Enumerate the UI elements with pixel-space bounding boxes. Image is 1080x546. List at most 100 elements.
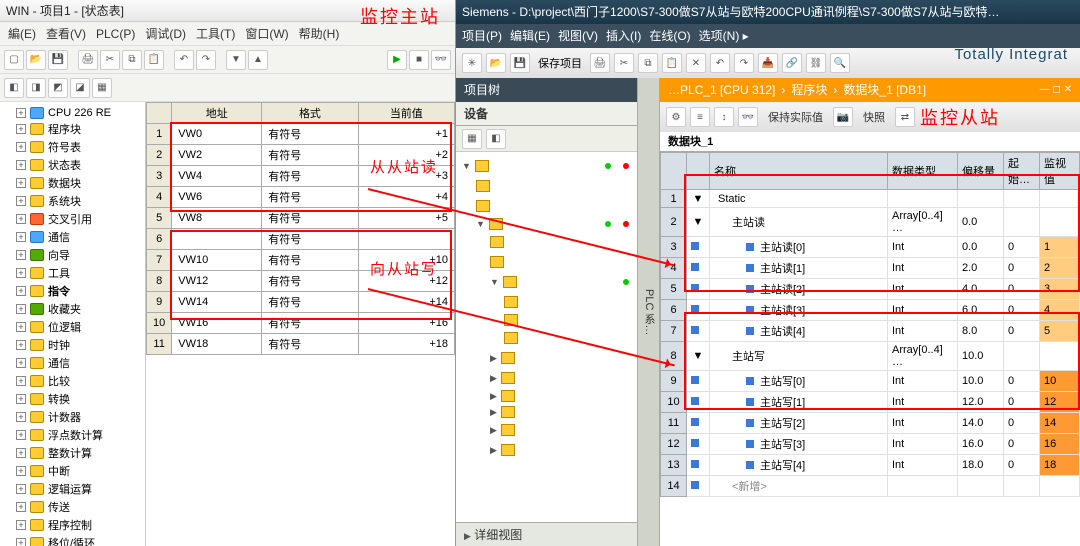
tree-node[interactable]: +向导 [2, 246, 143, 264]
table-row[interactable]: 11主站写[2]Int14.0014 [661, 413, 1080, 434]
menu-item[interactable]: 视图(V) [558, 24, 598, 48]
tree-node[interactable]: +通信 [2, 228, 143, 246]
tree-node[interactable]: +数据块 [2, 174, 143, 192]
tree-node[interactable]: +中断 [2, 462, 143, 480]
delete-icon[interactable]: ✕ [686, 53, 706, 73]
table-row[interactable]: 7主站读[4]Int8.005 [661, 321, 1080, 342]
tool-icon[interactable]: ◩ [48, 78, 68, 98]
tool-icon[interactable]: ↕ [714, 107, 734, 127]
menu-item[interactable]: 查看(V) [42, 22, 90, 45]
monitor-icon[interactable]: 👓 [431, 50, 451, 70]
tree-node[interactable]: +指令 [2, 282, 143, 300]
tree-node[interactable]: +收藏夹 [2, 300, 143, 318]
table-row[interactable]: 8▼主站写Array[0..4] …10.0 [661, 342, 1080, 371]
table-row[interactable]: 2▼主站读Array[0..4] …0.0 [661, 208, 1080, 237]
undo-icon[interactable]: ↶ [174, 50, 194, 70]
tree-node[interactable]: +程序控制 [2, 516, 143, 534]
table-row[interactable]: 9主站写[0]Int10.0010 [661, 371, 1080, 392]
tree-node[interactable]: +工具 [2, 264, 143, 282]
new-proj-icon[interactable]: ✳ [462, 53, 482, 73]
tool-icon[interactable]: ≡ [690, 107, 710, 127]
menu-item[interactable]: 帮助(H) [295, 22, 344, 45]
new-icon[interactable]: ▢ [4, 50, 24, 70]
table-row[interactable]: 1VW0有符号+1 [147, 124, 455, 145]
tree-node[interactable]: +时钟 [2, 336, 143, 354]
tree-node[interactable]: +符号表 [2, 138, 143, 156]
search-icon[interactable]: 🔍 [830, 53, 850, 73]
tree-node[interactable]: +位逻辑 [2, 318, 143, 336]
redo-icon[interactable]: ↷ [734, 53, 754, 73]
tree-node[interactable]: ▶PLC … [458, 404, 635, 420]
table-row[interactable]: 6有符号 [147, 229, 455, 250]
tree-node[interactable]: 在线… [458, 252, 635, 272]
tree-node[interactable]: ▶监控… [458, 420, 635, 440]
go-offline-icon[interactable]: ⛓ [806, 53, 826, 73]
tree-node[interactable]: +交叉引用 [2, 210, 143, 228]
open-icon[interactable]: 📂 [26, 50, 46, 70]
device-tab[interactable]: 设备 [456, 102, 637, 126]
tree-node[interactable]: ▶外部… [458, 368, 635, 388]
tree-node[interactable]: +转换 [2, 390, 143, 408]
tree-node[interactable]: +浮点数计算 [2, 426, 143, 444]
tree-node[interactable]: 添加新… [458, 176, 635, 196]
tree-node[interactable]: +比较 [2, 372, 143, 390]
table-row[interactable]: 4VW6有符号+4 [147, 187, 455, 208]
tool-icon[interactable]: ⇄ [895, 107, 915, 127]
stop-icon[interactable]: ■ [409, 50, 429, 70]
print-icon[interactable]: 🖨 [590, 53, 610, 73]
redo-icon[interactable]: ↷ [196, 50, 216, 70]
table-row[interactable]: 12主站写[3]Int16.0016 [661, 434, 1080, 455]
keep-actual-btn[interactable]: 保持实际值 [762, 109, 829, 125]
tool-icon[interactable]: ◪ [70, 78, 90, 98]
tool-icon[interactable]: ◨ [26, 78, 46, 98]
tree-node[interactable]: +计数器 [2, 408, 143, 426]
table-row[interactable]: 6主站读[3]Int6.004 [661, 300, 1080, 321]
cut-icon[interactable]: ✂ [614, 53, 634, 73]
copy-icon[interactable]: ⧉ [122, 50, 142, 70]
tree-node[interactable]: 数… [458, 328, 635, 348]
tree-node[interactable]: +系统块 [2, 192, 143, 210]
tool-icon[interactable]: ⚙ [666, 107, 686, 127]
tree-node[interactable]: +CPU 226 RE [2, 106, 143, 120]
save-icon[interactable]: 💾 [48, 50, 68, 70]
tree-node[interactable]: +通信 [2, 354, 143, 372]
upload-icon[interactable]: ▲ [248, 50, 268, 70]
download-icon[interactable]: ▼ [226, 50, 246, 70]
menu-item[interactable]: 在线(O) [649, 24, 690, 48]
snapshot-icon[interactable]: 📷 [833, 107, 853, 127]
run-icon[interactable]: ▶ [387, 50, 407, 70]
menu-item[interactable]: 选项(N) ▸ [699, 24, 749, 48]
monitor-icon[interactable]: 👓 [738, 107, 758, 127]
table-row[interactable]: 1▼Static [661, 190, 1080, 208]
tree-node[interactable]: ▶设备… [458, 440, 635, 460]
tree-node[interactable]: 添… [458, 292, 635, 312]
tree-node[interactable]: ▶PLC … [458, 388, 635, 404]
tree-node[interactable]: ▼程序块 [458, 272, 635, 292]
project-tree[interactable]: +CPU 226 RE+程序块+符号表+状态表+数据块+系统块+交叉引用+通信+… [0, 102, 146, 546]
copy-icon[interactable]: ⧉ [638, 53, 658, 73]
table-row[interactable]: 13主站写[4]Int18.0018 [661, 455, 1080, 476]
tree-node[interactable]: +状态表 [2, 156, 143, 174]
cut-icon[interactable]: ✂ [100, 50, 120, 70]
menu-item[interactable]: 插入(I) [606, 24, 641, 48]
tree-tool-icon[interactable]: ▦ [462, 129, 482, 149]
tree-node[interactable]: ▶工艺… [458, 348, 635, 368]
paste-icon[interactable]: 📋 [144, 50, 164, 70]
menu-item[interactable]: 窗口(W) [241, 22, 292, 45]
go-online-icon[interactable]: 🔗 [782, 53, 802, 73]
tree-node[interactable]: +程序块 [2, 120, 143, 138]
menu-item[interactable]: 项目(P) [462, 24, 502, 48]
tree-node[interactable]: … [458, 312, 635, 328]
open-icon[interactable]: 📂 [486, 53, 506, 73]
menu-item[interactable]: 编辑(E) [510, 24, 550, 48]
table-row[interactable]: 5主站读[2]Int4.003 [661, 279, 1080, 300]
menu-item[interactable]: 工具(T) [192, 22, 239, 45]
tree-node[interactable]: +传送 [2, 498, 143, 516]
plc-side-tab[interactable]: PLC 系… [638, 78, 660, 546]
table-row[interactable]: 10VW16有符号+16 [147, 313, 455, 334]
tree-node[interactable]: +整数计算 [2, 444, 143, 462]
tool-icon[interactable]: ▦ [92, 78, 112, 98]
table-row[interactable]: 4主站读[1]Int2.002 [661, 258, 1080, 279]
table-row[interactable]: 5VW8有符号+5 [147, 208, 455, 229]
tool-icon[interactable]: ◧ [4, 78, 24, 98]
